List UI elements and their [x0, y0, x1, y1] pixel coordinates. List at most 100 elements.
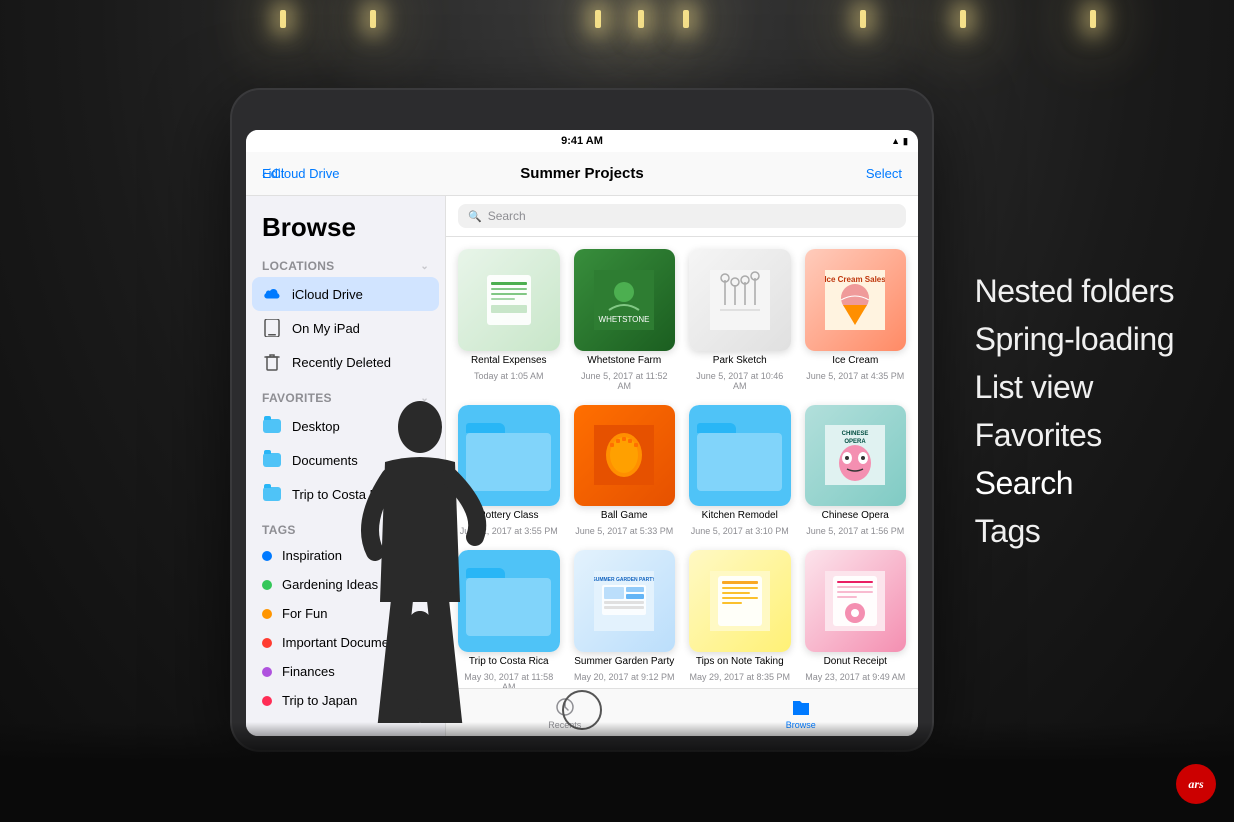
status-right: ▲ ▮ — [891, 136, 908, 147]
file-date-rental: Today at 1:05 AM — [474, 371, 544, 381]
icloud-label: iCloud Drive — [292, 287, 363, 302]
svg-text:Ice Cream Sales: Ice Cream Sales — [825, 275, 885, 284]
ceiling-light — [370, 10, 376, 28]
file-item-donut[interactable]: Donut Receipt May 23, 2017 at 9:49 AM — [805, 550, 907, 688]
audience-area — [0, 722, 1234, 822]
file-date-chinese: June 5, 2017 at 1:56 PM — [806, 526, 904, 536]
file-item-kitchen[interactable]: Kitchen Remodel June 5, 2017 at 3:10 PM — [689, 405, 791, 537]
ceiling-lights — [0, 0, 1234, 80]
file-date-summerparty: May 20, 2017 at 9:12 PM — [574, 672, 675, 682]
ceiling-light — [860, 10, 866, 28]
file-date-icecream: June 5, 2017 at 4:35 PM — [806, 371, 904, 381]
file-thumb-rental — [458, 249, 560, 351]
file-name-chinese: Chinese Opera — [822, 510, 889, 522]
file-name-kitchen: Kitchen Remodel — [702, 510, 778, 522]
edit-button[interactable]: Edit — [262, 166, 284, 181]
ceiling-light — [595, 10, 601, 28]
desktop-folder-icon — [262, 416, 282, 436]
file-thumb-kitchen — [689, 405, 791, 507]
file-name-rental: Rental Expenses — [471, 355, 547, 367]
ipad-label: On My iPad — [292, 321, 360, 336]
search-icon: 🔍 — [468, 210, 482, 223]
svg-text:CHINESE: CHINESE — [842, 431, 869, 437]
file-item-park[interactable]: Park Sketch June 5, 2017 at 10:46 AM — [689, 249, 791, 391]
sidebar-item-ipad[interactable]: On My iPad — [246, 311, 445, 345]
file-thumb-chinese: CHINESE OPERA — [805, 405, 907, 507]
icloud-icon — [262, 284, 282, 304]
file-thumb-ballgame — [574, 405, 676, 507]
file-thumb-park — [689, 249, 791, 351]
ceiling-light — [280, 10, 286, 28]
search-bar: 🔍 Search — [446, 196, 918, 237]
feature-text-panel: Nested folders Spring-loading List view … — [975, 267, 1174, 555]
file-area: 🔍 Search — [446, 196, 918, 736]
select-button[interactable]: Select — [866, 166, 902, 181]
sidebar-item-icloud[interactable]: iCloud Drive — [252, 277, 439, 311]
file-name-park: Park Sketch — [713, 355, 767, 367]
finances-dot — [262, 667, 272, 677]
wifi-icon: ▲ — [891, 136, 900, 146]
svg-text:SUMMER GARDEN PARTY: SUMMER GARDEN PARTY — [594, 577, 654, 583]
feature-spring-loading: Spring-loading — [975, 315, 1174, 363]
file-name-tips: Tips on Note Taking — [696, 656, 784, 668]
file-item-whetstone[interactable]: WHETSTONE Whetstone Farm June 5, 2017 at… — [574, 249, 676, 391]
ars-label: ars — [1188, 777, 1203, 792]
file-item-rental[interactable]: Rental Expenses Today at 1:05 AM — [458, 249, 560, 391]
sidebar-title: Browse — [246, 204, 445, 255]
svg-text:WHETSTONE: WHETSTONE — [599, 315, 650, 324]
ceiling-light — [638, 10, 644, 28]
file-date-whetstone: June 5, 2017 at 11:52 AM — [574, 371, 676, 391]
file-date-donut: May 23, 2017 at 9:49 AM — [805, 672, 905, 682]
file-item-icecream[interactable]: Ice Cream Sales Ice Cream June 5, 2017 a… — [805, 249, 907, 391]
file-date-park: June 5, 2017 at 10:46 AM — [689, 371, 791, 391]
file-item-summerparty[interactable]: SUMMER GARDEN PARTY Summer Garden Party … — [574, 550, 676, 688]
file-item-chinese[interactable]: CHINESE OPERA Chinese Ope — [805, 405, 907, 537]
file-thumb-summer: SUMMER GARDEN PARTY — [574, 550, 676, 652]
feature-nested-folders: Nested folders — [975, 267, 1174, 315]
browse-icon — [790, 696, 812, 718]
search-field[interactable]: 🔍 Search — [458, 204, 906, 228]
trash-icon — [262, 352, 282, 372]
feature-list-view: List view — [975, 363, 1174, 411]
costarica-folder-icon — [262, 484, 282, 504]
file-name-icecream: Ice Cream — [832, 355, 878, 367]
file-name-whetstone: Whetstone Farm — [587, 355, 661, 367]
favorites-label: Favorites — [262, 391, 332, 405]
nav-bar: Edit ‹ iCloud Drive Summer Projects Sele… — [246, 152, 918, 196]
locations-section-header: Locations ⌄ — [246, 255, 445, 277]
file-item-ballgame[interactable]: Ball Game June 5, 2017 at 5:33 PM — [574, 405, 676, 537]
sidebar-item-deleted[interactable]: Recently Deleted — [246, 345, 445, 379]
feature-favorites: Favorites — [975, 411, 1174, 459]
svg-text:OPERA: OPERA — [845, 439, 867, 445]
file-thumb-donut — [805, 550, 907, 652]
gardening-dot — [262, 580, 272, 590]
file-thumb-icecream: Ice Cream Sales — [805, 249, 907, 351]
file-name-donut: Donut Receipt — [824, 656, 887, 668]
file-grid: Rental Expenses Today at 1:05 AM WHETSTO… — [446, 237, 918, 688]
file-name-ballgame: Ball Game — [601, 510, 648, 522]
feature-tags: Tags — [975, 507, 1174, 555]
locations-label: Locations — [262, 259, 334, 273]
file-name-summerparty: Summer Garden Party — [574, 656, 674, 668]
important-dot — [262, 638, 272, 648]
ipad-device-icon — [262, 318, 282, 338]
forfun-label: For Fun — [282, 606, 328, 621]
ceiling-light — [960, 10, 966, 28]
file-thumb-tips — [689, 550, 791, 652]
ceiling-light — [683, 10, 689, 28]
status-time: 9:41 AM — [561, 135, 603, 147]
tags-label: Tags — [262, 523, 296, 537]
nav-title: Summer Projects — [520, 165, 643, 182]
finances-label: Finances — [282, 664, 335, 679]
file-date-ballgame: June 5, 2017 at 5:33 PM — [575, 526, 673, 536]
file-thumb-whetstone: WHETSTONE — [574, 249, 676, 351]
feature-search: Search — [975, 459, 1174, 507]
file-date-tips: May 29, 2017 at 8:35 PM — [689, 672, 790, 682]
file-item-tips[interactable]: Tips on Note Taking May 29, 2017 at 8:35… — [689, 550, 791, 688]
forfun-dot — [262, 609, 272, 619]
deleted-label: Recently Deleted — [292, 355, 391, 370]
inspiration-dot — [262, 551, 272, 561]
status-bar: 9:41 AM ▲ ▮ — [246, 130, 918, 152]
search-placeholder: Search — [488, 209, 526, 223]
file-date-kitchen: June 5, 2017 at 3:10 PM — [691, 526, 789, 536]
